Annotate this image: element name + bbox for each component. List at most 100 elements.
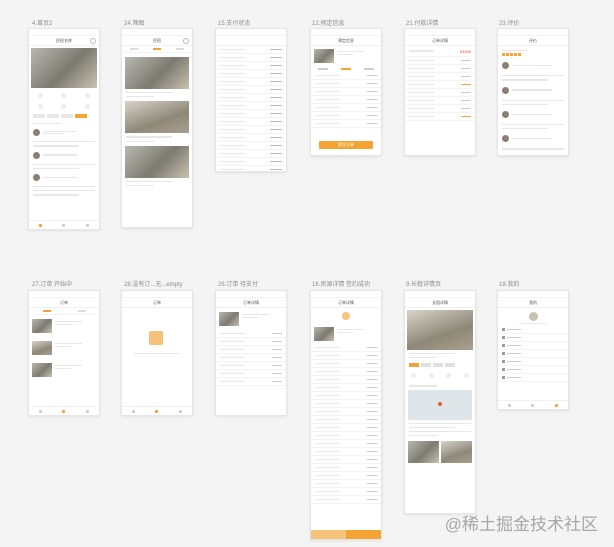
order-tab[interactable]	[77, 310, 86, 312]
detail-row	[311, 488, 381, 496]
order-tab[interactable]	[42, 310, 51, 312]
screen-rental-detail: 长租详情	[404, 290, 476, 514]
detail-row	[311, 352, 381, 360]
category-icon[interactable]	[38, 104, 44, 109]
form-row[interactable]	[311, 88, 381, 96]
tab-orders-icon[interactable]	[155, 409, 159, 413]
form-row[interactable]	[311, 96, 381, 104]
filter-tab[interactable]	[152, 48, 161, 50]
tab-icon[interactable]	[508, 403, 512, 407]
menu-item[interactable]	[498, 366, 568, 375]
detail-row	[311, 416, 381, 424]
category-icon[interactable]	[38, 93, 44, 98]
screen-title: 订单详情	[432, 37, 448, 43]
gallery-image[interactable]	[408, 441, 439, 464]
filter-tab[interactable]	[129, 48, 138, 50]
menu-item[interactable]	[498, 350, 568, 359]
list-item[interactable]	[216, 86, 286, 94]
tag[interactable]	[61, 114, 73, 118]
list-item[interactable]	[216, 54, 286, 62]
form-row[interactable]	[311, 120, 381, 128]
category-icon[interactable]	[61, 93, 67, 98]
menu-item[interactable]	[498, 326, 568, 335]
list-item[interactable]	[216, 94, 286, 102]
list-item[interactable]	[216, 158, 286, 166]
screen-payment-detail: 订单详情 ¥3998	[404, 28, 476, 156]
list-item[interactable]	[216, 166, 286, 171]
screen-reviews: 评价	[497, 28, 569, 156]
tab-icon[interactable]	[178, 409, 182, 413]
listing-image[interactable]	[125, 145, 189, 178]
list-item[interactable]	[216, 78, 286, 86]
order-card[interactable]	[29, 315, 99, 337]
tab-orders-icon[interactable]	[62, 409, 66, 413]
menu-item[interactable]	[498, 334, 568, 343]
form-row[interactable]	[311, 80, 381, 88]
detail-row	[311, 384, 381, 392]
list-item[interactable]	[216, 110, 286, 118]
menu-item[interactable]	[498, 342, 568, 351]
detail-row	[216, 354, 286, 362]
filter-tab[interactable]	[176, 48, 185, 50]
search-icon[interactable]	[90, 38, 96, 44]
screen-title: 预定信息	[338, 37, 354, 43]
list-item[interactable]	[216, 118, 286, 126]
secondary-action-button[interactable]	[311, 530, 346, 539]
list-item[interactable]	[216, 150, 286, 158]
tab-icon[interactable]	[39, 409, 43, 413]
detail-row	[311, 360, 381, 368]
detail-row	[405, 57, 475, 65]
tab-icon[interactable]	[85, 223, 89, 227]
room-type-chip[interactable]	[421, 363, 431, 368]
listing-image[interactable]	[125, 57, 189, 89]
menu-item[interactable]	[498, 374, 568, 383]
avatar[interactable]	[528, 312, 538, 321]
screen-title: 民宿名称	[56, 37, 72, 43]
category-icon[interactable]	[84, 104, 90, 109]
tab-icon[interactable]	[62, 223, 66, 227]
order-card[interactable]	[29, 337, 99, 359]
tab-icon[interactable]	[132, 409, 136, 413]
watermark: @稀土掘金技术社区	[444, 515, 598, 534]
tab-icon[interactable]	[85, 409, 89, 413]
primary-action-button[interactable]	[346, 530, 381, 539]
list-item[interactable]	[216, 62, 286, 70]
category-icon[interactable]	[61, 104, 67, 109]
tab-home-icon[interactable]	[39, 223, 43, 227]
screen-label: 24.筛图	[124, 21, 145, 27]
list-item[interactable]	[216, 46, 286, 54]
tag[interactable]	[33, 114, 45, 118]
avatar	[33, 151, 40, 159]
filter-icon[interactable]	[183, 38, 189, 44]
list-item[interactable]	[216, 134, 286, 142]
screen-label: 15.支付状态	[218, 21, 251, 27]
form-row[interactable]	[311, 112, 381, 120]
tag[interactable]	[47, 114, 59, 118]
list-item[interactable]	[216, 126, 286, 134]
list-item[interactable]	[216, 142, 286, 150]
menu-item[interactable]	[498, 358, 568, 367]
location-map[interactable]	[408, 389, 472, 420]
tag[interactable]	[75, 114, 87, 118]
tab-profile-icon[interactable]	[554, 403, 558, 407]
detail-row	[311, 456, 381, 464]
list-item[interactable]	[216, 70, 286, 78]
list-item[interactable]	[216, 102, 286, 110]
form-row[interactable]	[311, 72, 381, 80]
room-type-chip[interactable]	[409, 363, 419, 368]
screen-label: 27.订单 开始中	[32, 282, 73, 288]
listing-image[interactable]	[125, 101, 189, 134]
detail-row	[216, 338, 286, 346]
room-type-chip[interactable]	[445, 363, 455, 368]
rental-cover-image[interactable]	[407, 310, 473, 350]
room-type-chip[interactable]	[433, 363, 443, 368]
form-row[interactable]	[311, 104, 381, 112]
star-icon	[506, 53, 509, 57]
submit-order-button[interactable]: 提交订单	[319, 141, 373, 149]
banner-image[interactable]	[31, 48, 97, 88]
category-icon[interactable]	[84, 93, 90, 98]
tab-icon[interactable]	[531, 403, 535, 407]
room-thumbnail	[314, 49, 334, 63]
order-card[interactable]	[29, 359, 99, 381]
gallery-image[interactable]	[441, 441, 472, 464]
